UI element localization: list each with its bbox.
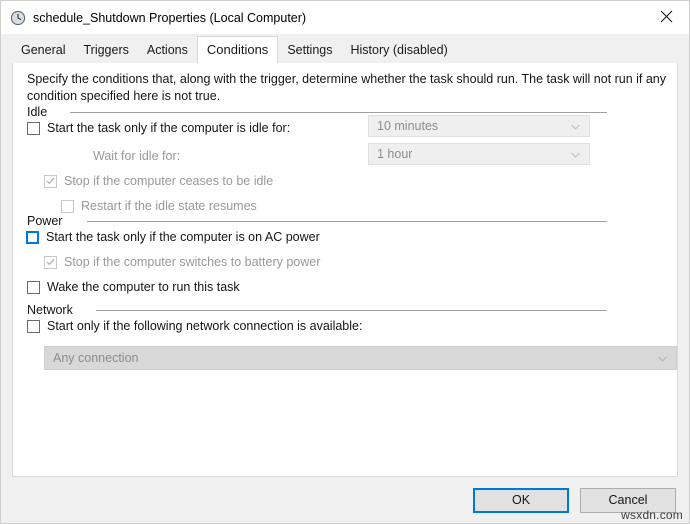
ac-power-checkbox[interactable] [26, 230, 39, 244]
group-label-network: Network [27, 303, 81, 317]
stop-battery-label: Stop if the computer switches to battery… [64, 255, 321, 269]
close-icon[interactable] [644, 1, 689, 32]
group-rule-idle [70, 112, 607, 113]
dialog-footer: OK Cancel wsxdn.com [1, 477, 689, 523]
tab-history[interactable]: History (disabled) [341, 39, 457, 63]
idle-duration-value: 10 minutes [377, 119, 439, 133]
tab-triggers[interactable]: Triggers [74, 39, 138, 63]
connection-combobox[interactable]: Any connection [44, 346, 677, 370]
network-connection-label: Start only if the following network conn… [47, 319, 363, 333]
network-connection-checkbox[interactable] [27, 319, 40, 333]
ok-button[interactable]: OK [473, 487, 569, 513]
start-task-idle-label: Start the task only if the computer is i… [47, 121, 291, 135]
wait-duration-combobox[interactable]: 1 hour [368, 143, 590, 165]
stop-battery-checkbox [44, 255, 57, 269]
network-connection-row[interactable]: Start only if the following network conn… [27, 319, 362, 333]
ac-power-label: Start the task only if the computer is o… [46, 230, 320, 244]
wake-computer-checkbox[interactable] [27, 280, 40, 294]
tab-general[interactable]: General [12, 39, 75, 63]
tab-settings[interactable]: Settings [278, 39, 342, 63]
chevron-down-icon [571, 145, 580, 163]
idle-duration-combobox[interactable]: 10 minutes [368, 115, 590, 137]
stop-ceases-idle-row: Stop if the computer ceases to be idle [44, 174, 273, 188]
wake-computer-row[interactable]: Wake the computer to run this task [27, 280, 240, 294]
stop-battery-row: Stop if the computer switches to battery… [44, 255, 320, 269]
window-title: schedule_Shutdown Properties (Local Comp… [33, 10, 307, 25]
title-bar: schedule_Shutdown Properties (Local Comp… [1, 1, 689, 34]
properties-dialog: schedule_Shutdown Properties (Local Comp… [0, 0, 690, 524]
stop-ceases-idle-label: Stop if the computer ceases to be idle [64, 174, 274, 188]
clock-icon [10, 10, 26, 26]
watermark: wsxdn.com [621, 508, 683, 522]
group-label-power: Power [27, 214, 71, 228]
group-rule-power [87, 221, 607, 222]
restart-idle-label: Restart if the idle state resumes [81, 199, 257, 213]
ac-power-row[interactable]: Start the task only if the computer is o… [26, 230, 320, 244]
group-rule-network [96, 310, 607, 311]
tab-conditions[interactable]: Conditions [196, 36, 279, 64]
chevron-down-icon [658, 349, 667, 367]
start-task-idle-checkbox[interactable] [27, 121, 40, 135]
tab-actions[interactable]: Actions [137, 39, 197, 63]
tab-bar: General Triggers Actions Conditions Sett… [1, 34, 689, 64]
restart-idle-checkbox [61, 199, 74, 213]
group-label-idle: Idle [27, 105, 56, 119]
start-task-idle-row[interactable]: Start the task only if the computer is i… [27, 121, 290, 135]
wait-duration-value: 1 hour [377, 147, 413, 161]
restart-idle-row: Restart if the idle state resumes [61, 199, 257, 213]
conditions-panel: Specify the conditions that, along with … [12, 63, 678, 477]
panel-description: Specify the conditions that, along with … [27, 72, 667, 103]
wait-for-idle-label: Wait for idle for: [93, 149, 181, 163]
connection-value: Any connection [53, 351, 139, 365]
wake-computer-label: Wake the computer to run this task [47, 280, 240, 294]
chevron-down-icon [571, 117, 580, 135]
stop-ceases-idle-checkbox [44, 174, 57, 188]
